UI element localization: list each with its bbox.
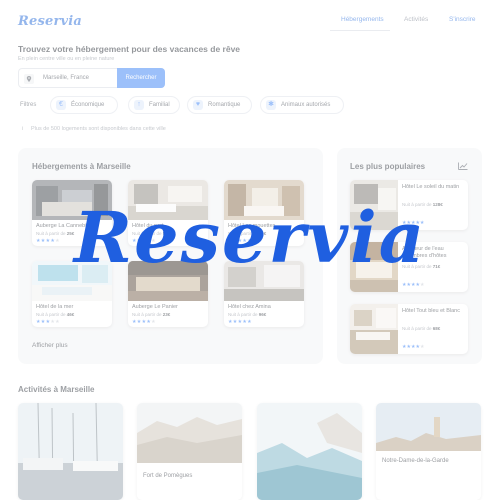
popular-title: Les plus populaires (350, 162, 426, 171)
paw-icon: ✱ (266, 100, 276, 110)
location-pin-icon (24, 74, 34, 84)
activity-card[interactable] (257, 403, 362, 500)
heart-icon: ♥ (193, 100, 203, 110)
hotel-price: Nuit à partir de 23€ (132, 312, 170, 317)
popular-hotel-name: Hôtel Tout bleu et Blanc (402, 308, 460, 314)
filter-romantique[interactable]: ♥ Romantique (187, 96, 252, 114)
activities-title: Activités à Marseille (18, 385, 95, 394)
hotel-photo (350, 304, 398, 354)
activity-photo (137, 403, 242, 500)
popular-hotel-name: Hôtel Le soleil du matin (402, 184, 460, 190)
rating-stars: ★★★★★ (228, 319, 252, 325)
hotel-name: Auberge Le Panier (132, 304, 178, 310)
search-bar: Marseille, France Rechercher (18, 68, 165, 88)
main-nav: Hébergements Activités S'inscrire (0, 16, 500, 28)
price-value: 96€ (258, 312, 267, 317)
filter-label: Romantique (208, 102, 241, 108)
nav-activites[interactable]: Activités (404, 16, 428, 23)
activity-photo (257, 403, 362, 500)
hotel-price: Nuit à partir de 96€ (228, 312, 266, 317)
price-value: 23€ (162, 312, 171, 317)
search-button[interactable]: Rechercher (117, 68, 165, 88)
hotel-name: Hôtel chez Amina (228, 304, 271, 310)
activity-label: Notre-Dame-de-la-Garde (382, 458, 449, 464)
see-more-link[interactable]: Afficher plus (32, 342, 68, 349)
nav-inscrire[interactable]: S'inscrire (449, 16, 476, 23)
page-subtitle: En plein centre ville ou en pleine natur… (18, 56, 115, 62)
activity-card[interactable] (18, 403, 123, 500)
rating-stars: ★★★★★ (132, 319, 156, 325)
price-prefix: Nuit à partir de (402, 326, 432, 331)
nav-hebergements[interactable]: Hébergements (341, 16, 384, 23)
activity-card[interactable]: Fort de Pomègues (137, 403, 242, 500)
rating-stars: ★★★★★ (402, 344, 425, 350)
info-icon: i (22, 126, 24, 132)
page-title: Trouvez votre hébergement pour des vacan… (18, 44, 241, 54)
filter-familial[interactable]: ↑ Familial (128, 96, 180, 114)
filter-label: Économique (71, 102, 105, 108)
filters-label: Filtres (20, 102, 37, 108)
info-text: Plus de 500 logements sont disponibles d… (31, 126, 166, 132)
child-icon: ↑ (134, 100, 144, 110)
filter-label: Animaux autorisés (281, 102, 331, 108)
price-value: 68€ (432, 326, 441, 331)
activity-card[interactable]: Notre-Dame-de-la-Garde (376, 403, 481, 500)
info-message: i Plus de 500 logements sont disponibles … (22, 126, 166, 132)
trending-icon (458, 162, 468, 170)
hotel-name: Hôtel de la mer (36, 304, 74, 310)
price-prefix: Nuit à partir de (132, 312, 162, 317)
activity-photo (376, 403, 481, 500)
price-prefix: Nuit à partir de (36, 312, 66, 317)
rating-stars: ★★★★★ (402, 282, 425, 288)
price-value: 46€ (66, 312, 75, 317)
filter-economique[interactable]: € Économique (50, 96, 118, 114)
popular-card[interactable]: Hôtel Tout bleu et Blanc Nuit à partir d… (350, 304, 468, 354)
activity-label: Fort de Pomègues (143, 473, 193, 479)
price-prefix: Nuit à partir de (228, 312, 258, 317)
nav-divider (330, 30, 390, 31)
money-icon: € (56, 100, 66, 110)
search-input[interactable]: Marseille, France (43, 75, 89, 81)
filter-label: Familial (149, 102, 170, 108)
accommodations-title: Hébergements à Marseille (32, 162, 131, 171)
watermark-logo: Reservia (73, 196, 427, 279)
filter-animaux[interactable]: ✱ Animaux autorisés (260, 96, 344, 114)
rating-stars: ★★★★★ (36, 319, 60, 325)
hotel-price: Nuit à partir de 46€ (36, 312, 74, 317)
popular-hotel-price: Nuit à partir de 68€ (402, 326, 440, 331)
activity-photo (18, 403, 123, 500)
